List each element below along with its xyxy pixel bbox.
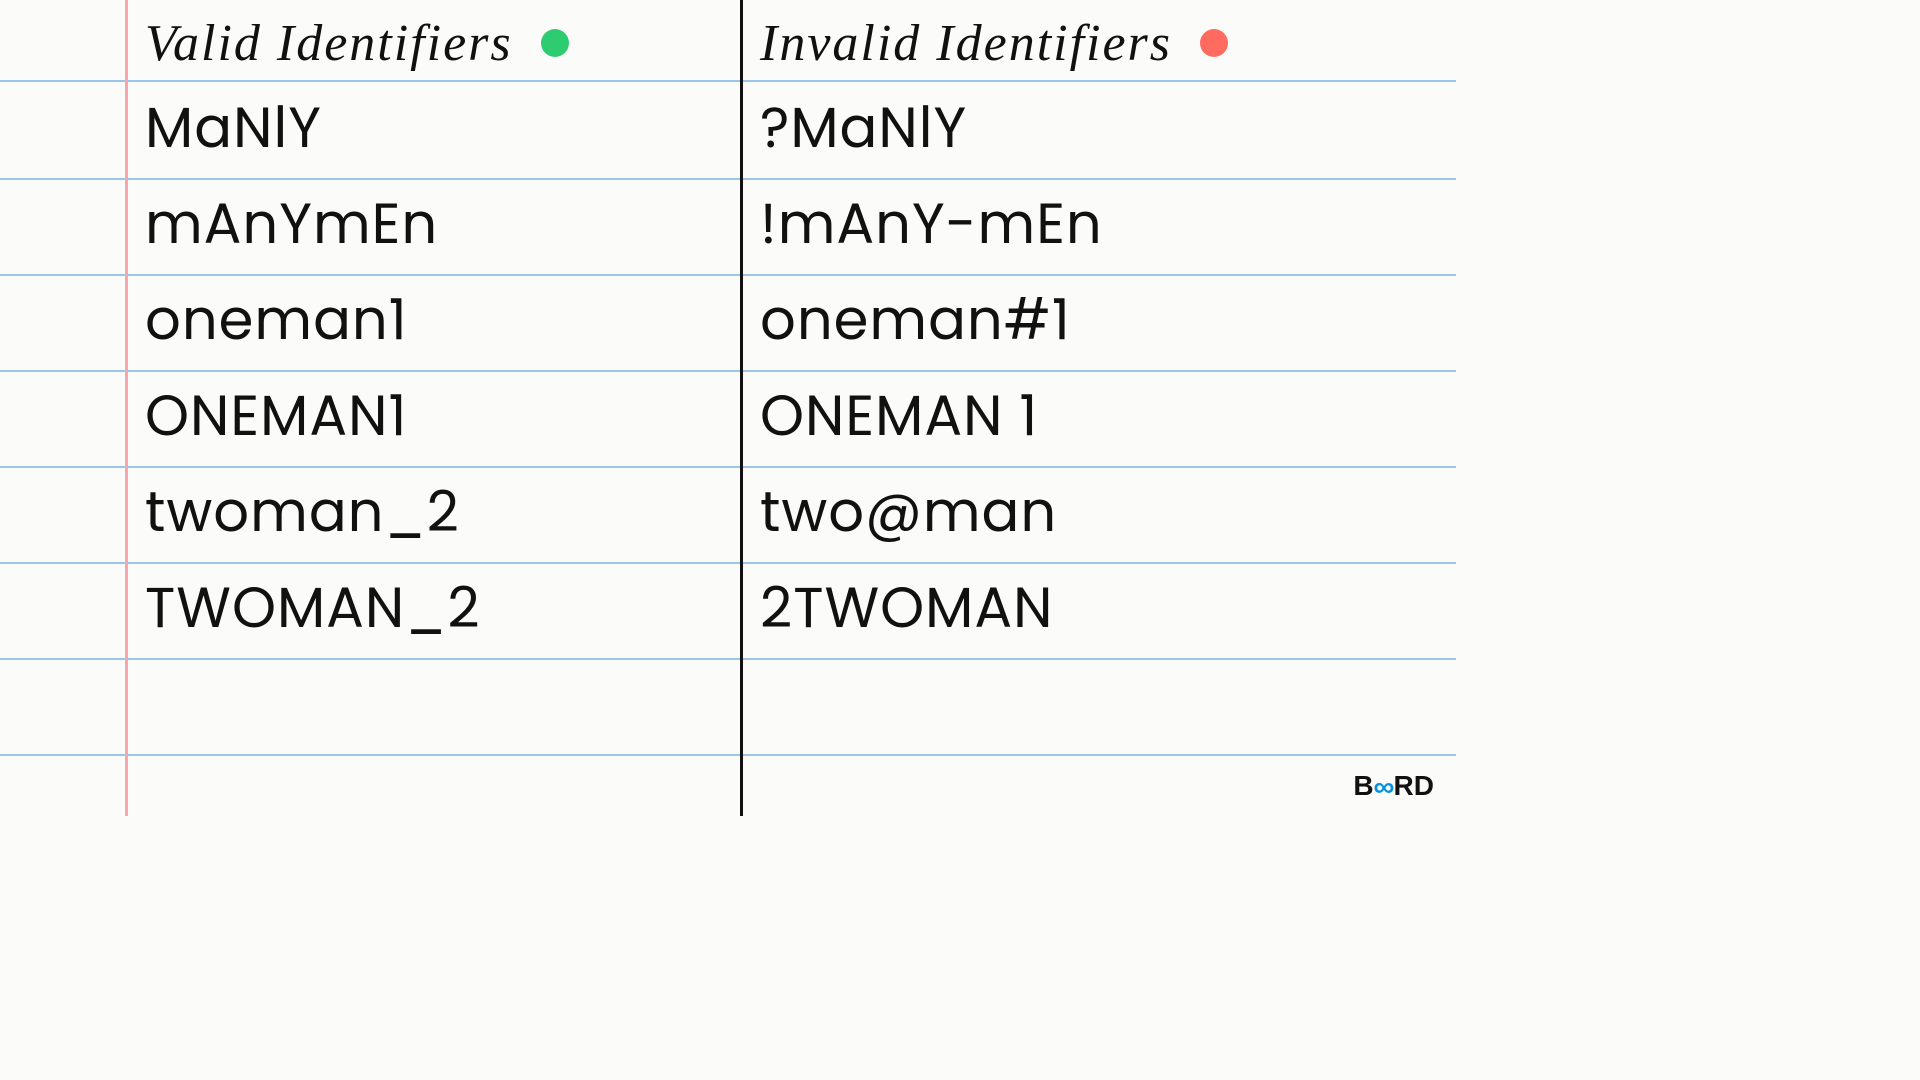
valid-column-header: Valid Identifiers	[145, 6, 705, 80]
list-item: oneman#1	[760, 272, 1400, 368]
list-item: twoman_2	[145, 464, 705, 560]
list-item: oneman1	[145, 272, 705, 368]
logo-text: B	[1353, 770, 1373, 802]
invalid-column-title: Invalid Identifiers	[760, 14, 1172, 73]
invalid-column-header: Invalid Identifiers	[760, 6, 1400, 80]
list-item: ONEMAN1	[145, 368, 705, 464]
notebook-margin-line	[125, 0, 128, 816]
column-divider	[740, 0, 743, 816]
notebook-page: Valid Identifiers MaNlY mAnYmEn oneman1 …	[0, 0, 1456, 816]
list-item: mAnYmEn	[145, 176, 705, 272]
list-item: two@man	[760, 464, 1400, 560]
status-dot-green-icon	[541, 29, 569, 57]
list-item: TWOMAN_2	[145, 560, 705, 656]
list-item: ONEMAN 1	[760, 368, 1400, 464]
valid-column: Valid Identifiers MaNlY mAnYmEn oneman1 …	[145, 0, 705, 816]
status-dot-red-icon	[1200, 29, 1228, 57]
board-logo: B∞RD	[1353, 770, 1434, 802]
list-item: MaNlY	[145, 80, 705, 176]
list-item: 2TWOMAN	[760, 560, 1400, 656]
infinity-icon: ∞	[1373, 771, 1394, 803]
list-item: ?MaNlY	[760, 80, 1400, 176]
list-item: !mAnY-mEn	[760, 176, 1400, 272]
logo-text: RD	[1394, 770, 1434, 802]
valid-column-title: Valid Identifiers	[145, 14, 513, 73]
invalid-column: Invalid Identifiers ?MaNlY !mAnY-mEn one…	[760, 0, 1400, 816]
